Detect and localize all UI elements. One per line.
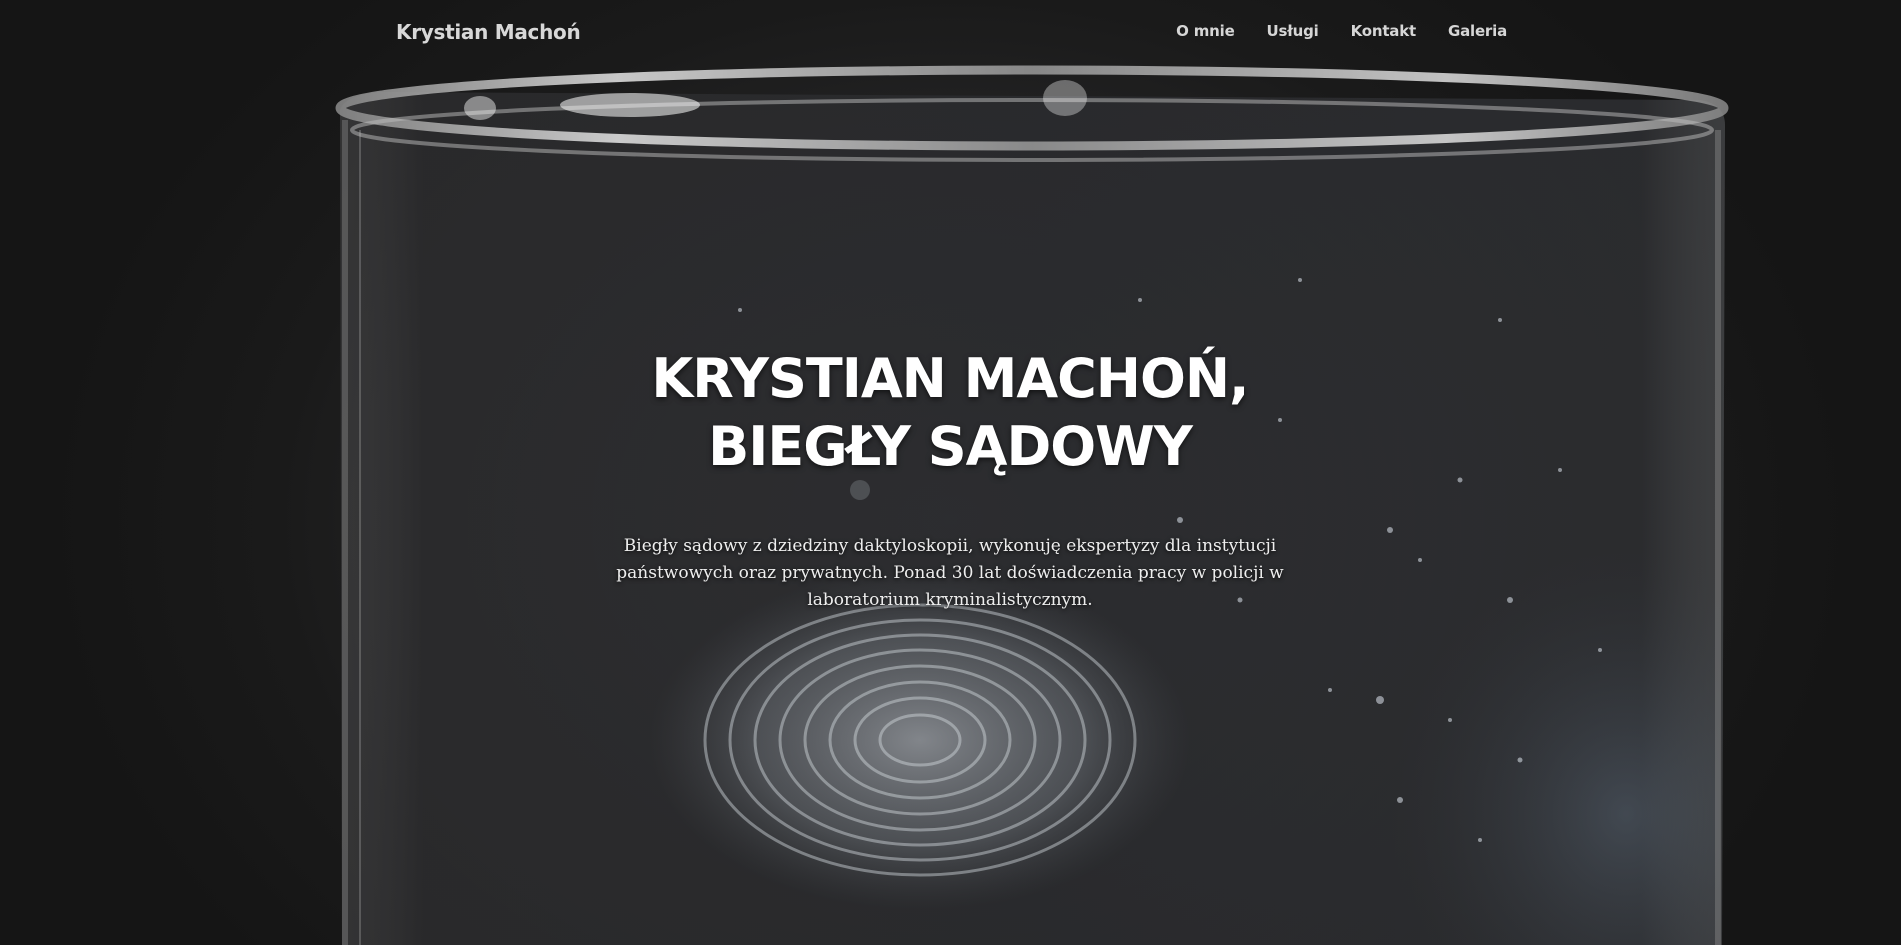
nav-link-galeria[interactable]: Galeria [1448, 22, 1507, 40]
top-navigation: Krystian Machoń O mnie Usługi Kontakt Ga… [0, 0, 1901, 66]
brand-logo-link[interactable]: Krystian Machoń [396, 20, 581, 44]
hero-content: KRYSTIAN MACHOŃ, BIEGŁY SĄDOWY Biegły są… [560, 345, 1340, 614]
nav-menu: O mnie Usługi Kontakt Galeria [1176, 22, 1507, 40]
hero-title: KRYSTIAN MACHOŃ, BIEGŁY SĄDOWY [560, 345, 1340, 481]
hero-title-line-1: KRYSTIAN MACHOŃ, [651, 347, 1249, 410]
nav-link-kontakt[interactable]: Kontakt [1351, 22, 1417, 40]
hero-title-line-2: BIEGŁY SĄDOWY [708, 415, 1193, 478]
hero-section: Krystian Machoń O mnie Usługi Kontakt Ga… [0, 0, 1901, 945]
nav-link-o-mnie[interactable]: O mnie [1176, 22, 1235, 40]
hero-description: Biegły sądowy z dziedziny daktyloskopii,… [616, 536, 1284, 610]
nav-link-uslugi[interactable]: Usługi [1267, 22, 1319, 40]
